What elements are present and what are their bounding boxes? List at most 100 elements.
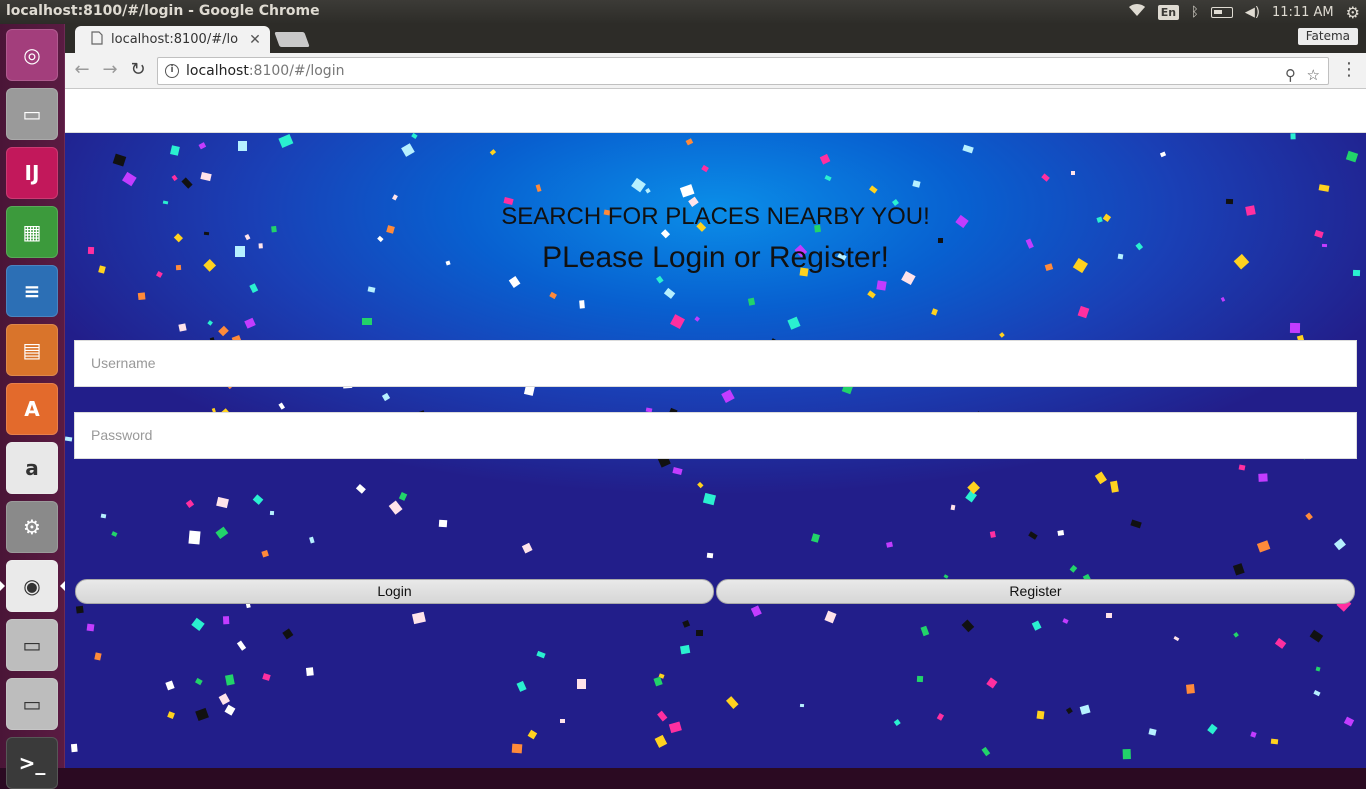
confetti-decoration: [535, 184, 542, 192]
keyboard-layout-indicator[interactable]: En: [1157, 4, 1180, 20]
launcher-google-chrome-icon[interactable]: ◉: [6, 560, 58, 612]
confetti-decoration: [100, 513, 107, 518]
launcher-disk-drive-icon[interactable]: ▭: [6, 619, 58, 671]
launcher-disk-drive-2-icon[interactable]: ▭: [6, 678, 58, 730]
confetti-decoration: [560, 718, 565, 724]
confetti-decoration: [165, 680, 176, 691]
launcher-intellij-idea-icon[interactable]: IJ: [6, 147, 58, 199]
bookmark-star-icon[interactable]: ☆: [1307, 62, 1320, 88]
confetti-decoration: [1309, 629, 1323, 643]
confetti-decoration: [122, 171, 137, 186]
login-button[interactable]: Login: [75, 579, 714, 604]
tab-login[interactable]: localhost:8100/#/lo ✕: [75, 26, 270, 53]
clock[interactable]: 11:11 AM: [1272, 5, 1334, 20]
confetti-decoration: [1057, 529, 1065, 537]
password-field[interactable]: [74, 412, 1357, 459]
confetti-decoration: [244, 234, 251, 241]
confetti-decoration: [1186, 684, 1196, 695]
confetti-decoration: [679, 183, 695, 198]
confetti-decoration: [1078, 704, 1091, 715]
confetti-decoration: [86, 623, 94, 632]
wifi-icon[interactable]: [1128, 3, 1146, 21]
confetti-decoration: [218, 693, 230, 705]
new-tab-button[interactable]: [274, 32, 310, 47]
launcher-libreoffice-writer-icon[interactable]: ≡: [6, 265, 58, 317]
confetti-decoration: [527, 730, 537, 740]
site-info-icon[interactable]: i: [165, 64, 179, 78]
confetti-decoration: [1257, 540, 1271, 554]
address-bar[interactable]: i localhost:8100/#/login ⚲ ☆: [157, 57, 1329, 85]
password-input[interactable]: [91, 427, 1356, 443]
chrome-window: localhost:8100/#/lo ✕ Fatema ← → ↻ i loc…: [65, 24, 1366, 768]
confetti-decoration: [680, 645, 691, 655]
confetti-decoration: [194, 678, 202, 685]
launcher-ubuntu-dash-icon[interactable]: ◎: [6, 29, 58, 81]
launcher-terminal-icon[interactable]: >_: [6, 737, 58, 789]
confetti-decoration: [1028, 531, 1038, 540]
confetti-decoration: [950, 504, 956, 510]
battery-icon[interactable]: [1210, 6, 1233, 18]
reload-icon[interactable]: ↻: [127, 59, 149, 81]
confetti-decoration: [166, 711, 175, 720]
url-path: :8100/#/login: [248, 63, 345, 79]
launcher-system-settings-icon[interactable]: ⚙: [6, 501, 58, 553]
launcher-libreoffice-calc-icon[interactable]: ▦: [6, 206, 58, 258]
confetti-decoration: [811, 533, 821, 543]
profile-button[interactable]: Fatema: [1297, 28, 1358, 45]
indicator-area: En ᛒ ◀) 11:11 AM ⚙: [1128, 0, 1360, 24]
confetti-decoration: [186, 500, 195, 509]
confetti-decoration: [1148, 728, 1157, 737]
confetti-decoration: [94, 651, 102, 660]
confetti-decoration: [252, 494, 264, 506]
confetti-decoration: [388, 500, 403, 516]
browser-toolbar: ← → ↻ i localhost:8100/#/login ⚲ ☆ ⋮: [65, 53, 1366, 89]
confetti-decoration: [655, 735, 668, 749]
launcher-ubuntu-software-icon[interactable]: A: [6, 383, 58, 435]
confetti-decoration: [885, 541, 893, 549]
confetti-decoration: [962, 619, 975, 632]
confetti-decoration: [720, 389, 735, 404]
forward-arrow-icon[interactable]: →: [99, 59, 121, 81]
confetti-decoration: [696, 630, 704, 637]
confetti-decoration: [1271, 738, 1279, 745]
confetti-decoration: [188, 530, 200, 545]
volume-icon[interactable]: ◀): [1245, 5, 1260, 20]
confetti-decoration: [200, 171, 212, 181]
tab-strip: localhost:8100/#/lo ✕ Fatema: [65, 24, 1366, 53]
url-host: localhost: [186, 63, 249, 79]
launcher-amazon-icon[interactable]: a: [6, 442, 58, 494]
confetti-decoration: [261, 550, 270, 559]
confetti-decoration: [1346, 150, 1359, 163]
confetti-decoration: [694, 315, 701, 322]
launcher-libreoffice-impress-icon[interactable]: ▤: [6, 324, 58, 376]
confetti-decoration: [800, 703, 805, 708]
confetti-decoration: [521, 543, 533, 554]
username-field[interactable]: [74, 340, 1357, 387]
confetti-decoration: [702, 493, 716, 505]
close-tab-icon[interactable]: ✕: [248, 32, 262, 48]
confetti-decoration: [207, 319, 214, 326]
confetti-decoration: [490, 149, 497, 156]
register-button[interactable]: Register: [716, 579, 1355, 604]
paint-brush-icon[interactable]: ⚲: [1285, 62, 1296, 88]
settings-gear-icon[interactable]: ⚙: [1346, 3, 1360, 22]
confetti-decoration: [986, 677, 998, 689]
chrome-menu-icon[interactable]: ⋮: [1340, 59, 1358, 80]
confetti-decoration: [1233, 562, 1245, 576]
confetti-decoration: [1257, 473, 1268, 482]
confetti-decoration: [1160, 152, 1167, 158]
bluetooth-icon[interactable]: ᛒ: [1191, 5, 1199, 20]
tab-title: localhost:8100/#/lo: [111, 32, 239, 47]
confetti-decoration: [516, 681, 527, 693]
confetti-decoration: [1065, 706, 1073, 714]
confetti-decoration: [362, 318, 372, 325]
back-arrow-icon[interactable]: ←: [71, 59, 93, 81]
confetti-decoration: [682, 620, 691, 629]
confetti-decoration: [181, 176, 193, 189]
username-input[interactable]: [91, 355, 1356, 371]
confetti-decoration: [261, 673, 271, 681]
confetti-decoration: [305, 667, 314, 676]
confetti-decoration: [819, 154, 831, 165]
confetti-decoration: [224, 704, 236, 715]
launcher-files-icon[interactable]: ▭: [6, 88, 58, 140]
